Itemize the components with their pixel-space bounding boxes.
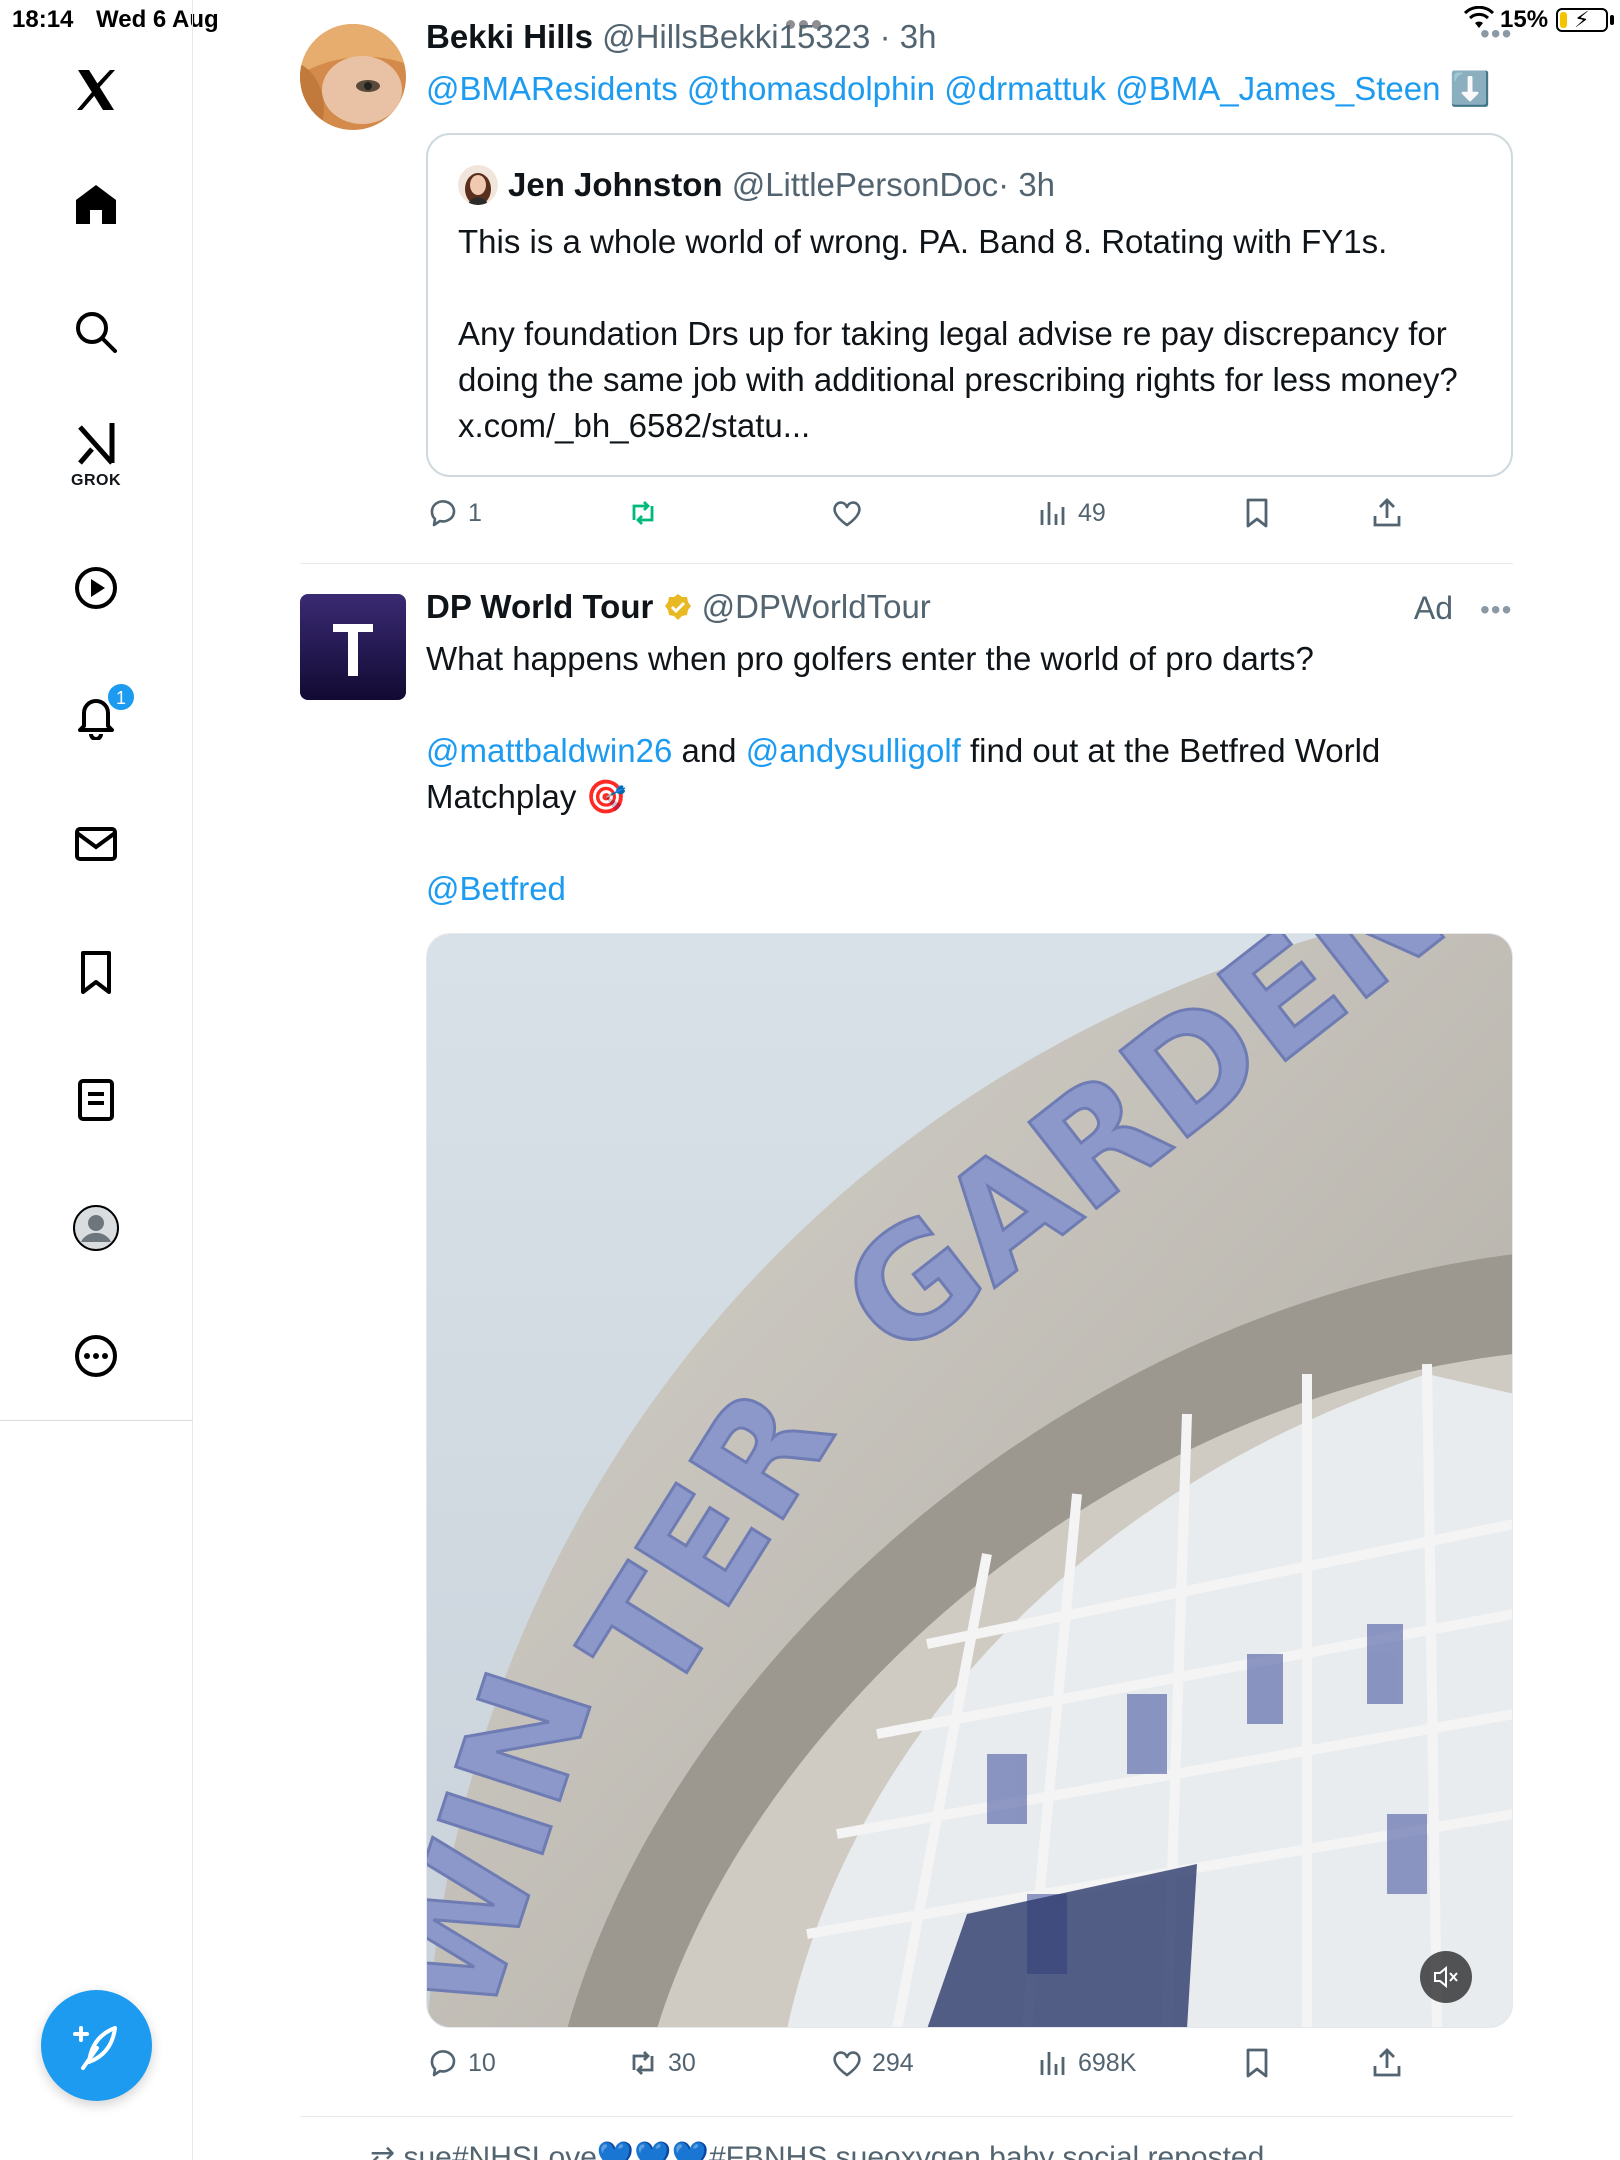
quoted-post[interactable]: Jen Johnston @LittlePersonDoc· 3h This i… (426, 133, 1513, 477)
post-actions: 10 30 294 698K (426, 2046, 1426, 2086)
more-circle-icon[interactable] (60, 1320, 132, 1392)
post-separator (300, 563, 1513, 564)
x-logo-icon[interactable] (60, 54, 132, 126)
post-more-icon[interactable]: ••• (1480, 18, 1512, 50)
notifications-bell-icon[interactable]: 1 (60, 680, 136, 752)
connector-text: and (672, 732, 746, 769)
bookmark-button[interactable] (1240, 496, 1274, 530)
quote-avatar (458, 165, 498, 205)
reply-button[interactable]: 1 (426, 496, 482, 530)
like-count: 294 (872, 2048, 914, 2077)
quote-author-handle[interactable]: @LittlePersonDoc (732, 166, 998, 203)
multitasking-dots-icon[interactable] (786, 8, 832, 29)
repost-button[interactable]: 30 (626, 2046, 696, 2080)
notification-badge: 1 (106, 682, 136, 712)
views-button[interactable]: 698K (1036, 2046, 1136, 2080)
views-count: 698K (1078, 2048, 1137, 2077)
author-handle[interactable]: @DPWorldTour (702, 588, 931, 625)
like-button[interactable]: 294 (830, 2046, 914, 2080)
grok-label: GROK (71, 472, 121, 489)
profile-icon[interactable] (60, 1192, 132, 1264)
down-arrow-emoji: ⬇️ (1449, 70, 1491, 107)
post-header: Bekki Hills @HillsBekki15323 · 3h (426, 18, 936, 56)
bookmark-icon (1246, 2048, 1268, 2078)
post-header: DP World Tour @DPWorldTour (426, 588, 931, 626)
post-actions: 1 49 (426, 496, 1426, 536)
compose-post-button[interactable] (41, 1990, 152, 2101)
grok-icon[interactable]: GROK (60, 418, 132, 490)
share-upload-icon (1373, 498, 1401, 527)
bookmark-icon (1246, 498, 1268, 528)
post-time[interactable]: · 3h (880, 18, 937, 55)
sidebar-divider (0, 1420, 193, 1421)
home-icon[interactable] (60, 168, 132, 240)
heart-icon (833, 2051, 861, 2077)
quote-time: · 3h (998, 166, 1056, 203)
heart-icon (833, 501, 861, 527)
ad-label: Ad (1413, 590, 1453, 626)
reply-icon (430, 2050, 456, 2077)
share-button[interactable] (1370, 2046, 1404, 2080)
repost-button[interactable] (626, 496, 668, 530)
bookmarks-icon[interactable] (60, 936, 132, 1008)
mentions-link[interactable]: @BMAResidents @thomasdolphin @drmattuk @… (426, 70, 1440, 107)
quote-line-1: This is a whole world of wrong. PA. Band… (458, 223, 1388, 260)
share-upload-icon (1373, 2048, 1401, 2077)
reply-count: 1 (468, 498, 482, 527)
author-name[interactable]: DP World Tour (426, 588, 653, 625)
lists-icon[interactable] (60, 1064, 132, 1136)
search-icon[interactable] (60, 296, 132, 368)
views-bar-chart-icon (1040, 2052, 1065, 2075)
battery-icon: ⚡ (1556, 7, 1608, 32)
views-count: 49 (1078, 498, 1106, 527)
compose-feather-icon (72, 2025, 117, 2070)
post-text-line-3: Matchplay 🎯 (426, 778, 627, 815)
mention-link[interactable]: @Betfred (426, 870, 566, 907)
like-button[interactable] (830, 496, 872, 530)
battery-tip (1610, 15, 1614, 25)
post-text-fragment: find out at the Betfred World (960, 732, 1381, 769)
avatar[interactable] (300, 24, 406, 130)
messages-mail-icon[interactable] (60, 808, 132, 880)
mute-toggle-button[interactable] (1420, 1951, 1472, 2003)
views-button[interactable]: 49 (1036, 496, 1106, 530)
views-bar-chart-icon (1040, 502, 1065, 525)
dp-world-tour-logo[interactable] (300, 594, 406, 700)
bookmark-button[interactable] (1240, 2046, 1274, 2080)
speaker-muted-icon (1434, 1965, 1458, 1989)
quote-header: Jen Johnston @LittlePersonDoc· 3h (458, 165, 1055, 205)
repost-icon (632, 2051, 654, 2075)
post-text-line-2: @mattbaldwin26 and @andysulligolf find o… (426, 728, 1513, 774)
video-media[interactable]: WIN TER GARDEN (426, 933, 1513, 2028)
reply-button[interactable]: 10 (426, 2046, 496, 2080)
mention-link[interactable]: @andysulligolf (746, 732, 961, 769)
author-name[interactable]: Bekki Hills (426, 18, 593, 55)
quote-author-name[interactable]: Jen Johnston (508, 166, 723, 203)
post-text: @BMAResidents @thomasdolphin @drmattuk @… (426, 66, 1526, 112)
post-separator (300, 2116, 1513, 2117)
share-button[interactable] (1370, 496, 1404, 530)
winter-gardens-video-frame: WIN TER GARDEN (427, 934, 1512, 2027)
post-text: What happens when pro golfers enter the … (426, 636, 1513, 912)
author-handle[interactable]: @HillsBekki15323 (602, 18, 870, 55)
repost-icon (632, 501, 654, 525)
mention-link[interactable]: @mattbaldwin26 (426, 732, 672, 769)
sidebar-nav: GROK 1 (0, 0, 193, 2160)
reply-icon (430, 500, 456, 527)
post-text-line-1: What happens when pro golfers enter the … (426, 640, 1314, 677)
reply-count: 10 (468, 2048, 496, 2077)
quote-text: This is a whole world of wrong. PA. Band… (458, 219, 1488, 449)
video-play-icon[interactable] (60, 552, 132, 624)
post-more-icon[interactable]: ••• (1480, 594, 1512, 626)
quote-line-2: Any foundation Drs up for taking legal a… (458, 315, 1458, 444)
next-post-repost-header[interactable]: ⇄ sue#NHSLove💙💙💙#FBNHS sueoxygen baby so… (370, 2140, 1264, 2160)
verified-badge-icon (664, 594, 691, 620)
repost-count: 30 (668, 2048, 696, 2077)
